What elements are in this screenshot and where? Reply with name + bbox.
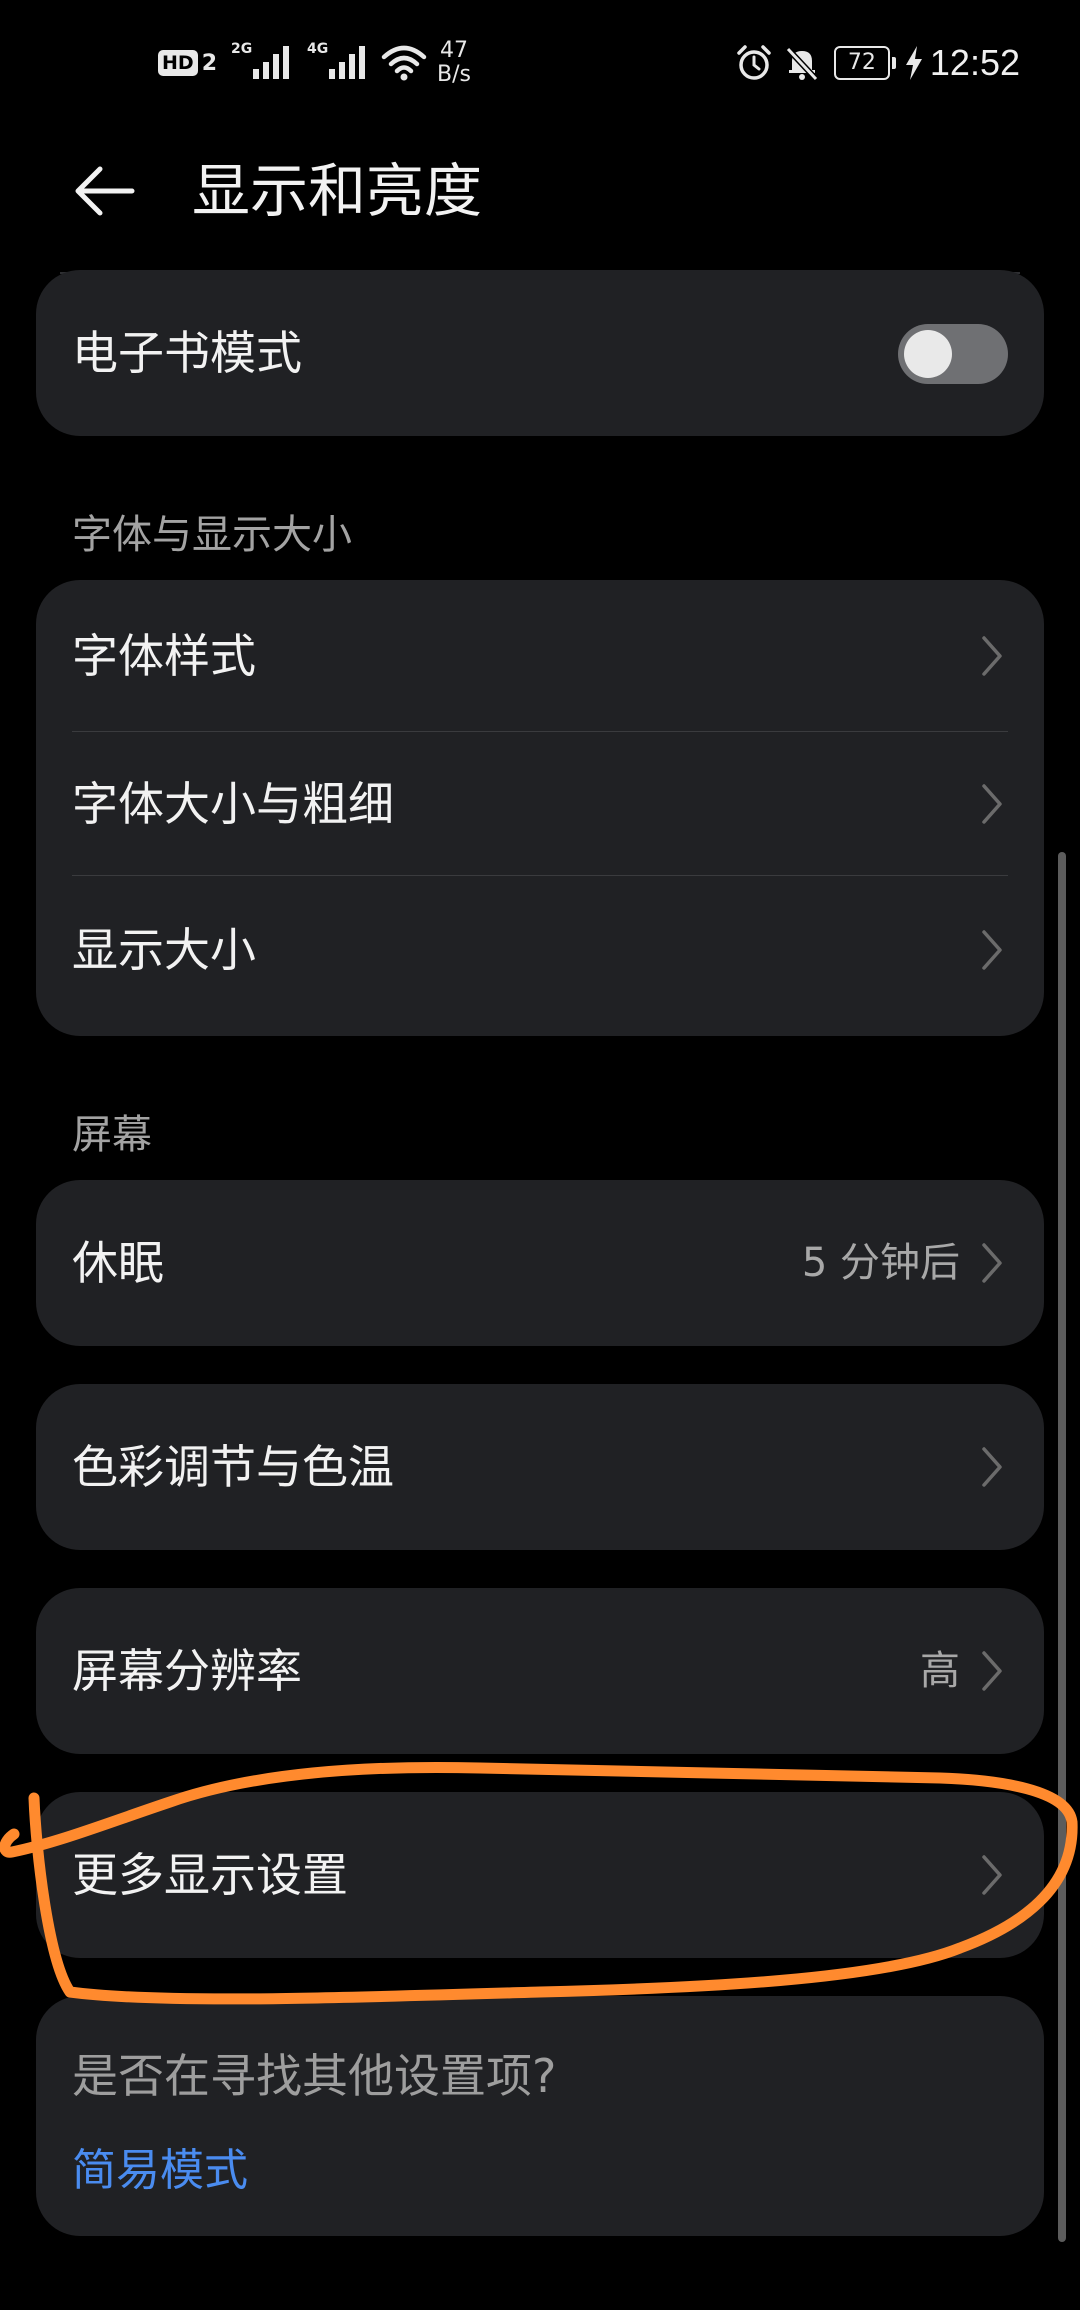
sleep-card: 休眠 5 分钟后 [36,1180,1044,1346]
sleep-value: 5 分钟后 [801,1240,960,1286]
font-settings-card: 字体样式 字体大小与粗细 显示大小 [36,580,1044,1036]
status-clock: 12:52 [929,42,1020,83]
display-size-row[interactable]: 显示大小 [36,876,1044,1036]
network-speed-value: 47 [439,38,468,63]
page-title: 显示和亮度 [192,157,483,225]
display-brightness-page: HD 2 2G 4G 47 B/s 72 12:52 显示和亮度 电子书模式 字… [0,0,1080,2310]
suggestion-question: 是否在寻找其他设置项? [72,2049,557,2103]
color-temperature-label: 色彩调节与色温 [72,1440,394,1494]
font-section-header: 字体与显示大小 [72,512,352,558]
status-bar-right: 72 12:52 [726,38,1020,88]
wifi-icon [381,45,427,81]
display-size-label: 显示大小 [72,923,256,977]
sim1-signal-icon: 2G [231,41,293,83]
back-arrow-icon[interactable] [70,156,140,226]
sleep-row[interactable]: 休眠 5 分钟后 [36,1180,1044,1346]
ebook-mode-toggle[interactable] [898,324,1008,384]
font-size-weight-row[interactable]: 字体大小与粗细 [36,732,1044,876]
color-temperature-card: 色彩调节与色温 [36,1384,1044,1550]
status-bar: HD 2 2G 4G 47 B/s 72 12:52 [0,0,1080,120]
app-header: 显示和亮度 [0,120,1080,260]
more-display-settings-label: 更多显示设置 [72,1848,348,1902]
sim2-network-type: 4G [307,41,329,57]
font-style-row[interactable]: 字体样式 [36,580,1044,732]
simple-mode-link[interactable]: 简易模式 [72,2134,248,2198]
scrollbar[interactable] [1058,852,1066,2242]
chevron-right-icon [982,930,1002,970]
ebook-mode-label: 电子书模式 [72,326,302,380]
more-display-settings-card: 更多显示设置 [36,1792,1044,1958]
battery-indicator: 72 [833,46,896,80]
more-display-settings-row[interactable]: 更多显示设置 [36,1792,1044,1958]
chevron-right-icon [982,636,1002,676]
sleep-label: 休眠 [72,1236,164,1290]
screen-resolution-label: 屏幕分辨率 [72,1644,302,1698]
notifications-off-icon [785,46,819,82]
ebook-mode-row[interactable]: 电子书模式 [36,270,1044,436]
font-style-label: 字体样式 [72,629,256,683]
charging-icon [905,46,922,80]
status-bar-left: HD 2 2G 4G 47 B/s [158,38,471,88]
chevron-right-icon [982,1243,1002,1283]
alarm-icon [737,45,771,80]
color-temperature-row[interactable]: 色彩调节与色温 [36,1384,1044,1550]
hd-voice-badge: HD [158,50,198,76]
chevron-right-icon [982,784,1002,824]
screen-section-header: 屏幕 [72,1112,152,1158]
font-size-weight-label: 字体大小与粗细 [72,777,394,831]
hd-sim-number: 2 [201,50,217,76]
sim2-signal-icon: 4G [307,41,369,83]
chevron-right-icon [982,1855,1002,1895]
screen-resolution-value: 高 [920,1648,960,1694]
screen-resolution-row[interactable]: 屏幕分辨率 高 [36,1588,1044,1754]
chevron-right-icon [982,1447,1002,1487]
screen-resolution-card: 屏幕分辨率 高 [36,1588,1044,1754]
chevron-right-icon [982,1651,1002,1691]
network-speed: 47 B/s [437,39,471,87]
ebook-mode-card: 电子书模式 [36,270,1044,436]
toggle-knob [904,330,952,378]
network-speed-unit: B/s [437,62,471,87]
suggestion-card: 是否在寻找其他设置项? 简易模式 [36,1996,1044,2236]
sim1-network-type: 2G [231,41,253,57]
